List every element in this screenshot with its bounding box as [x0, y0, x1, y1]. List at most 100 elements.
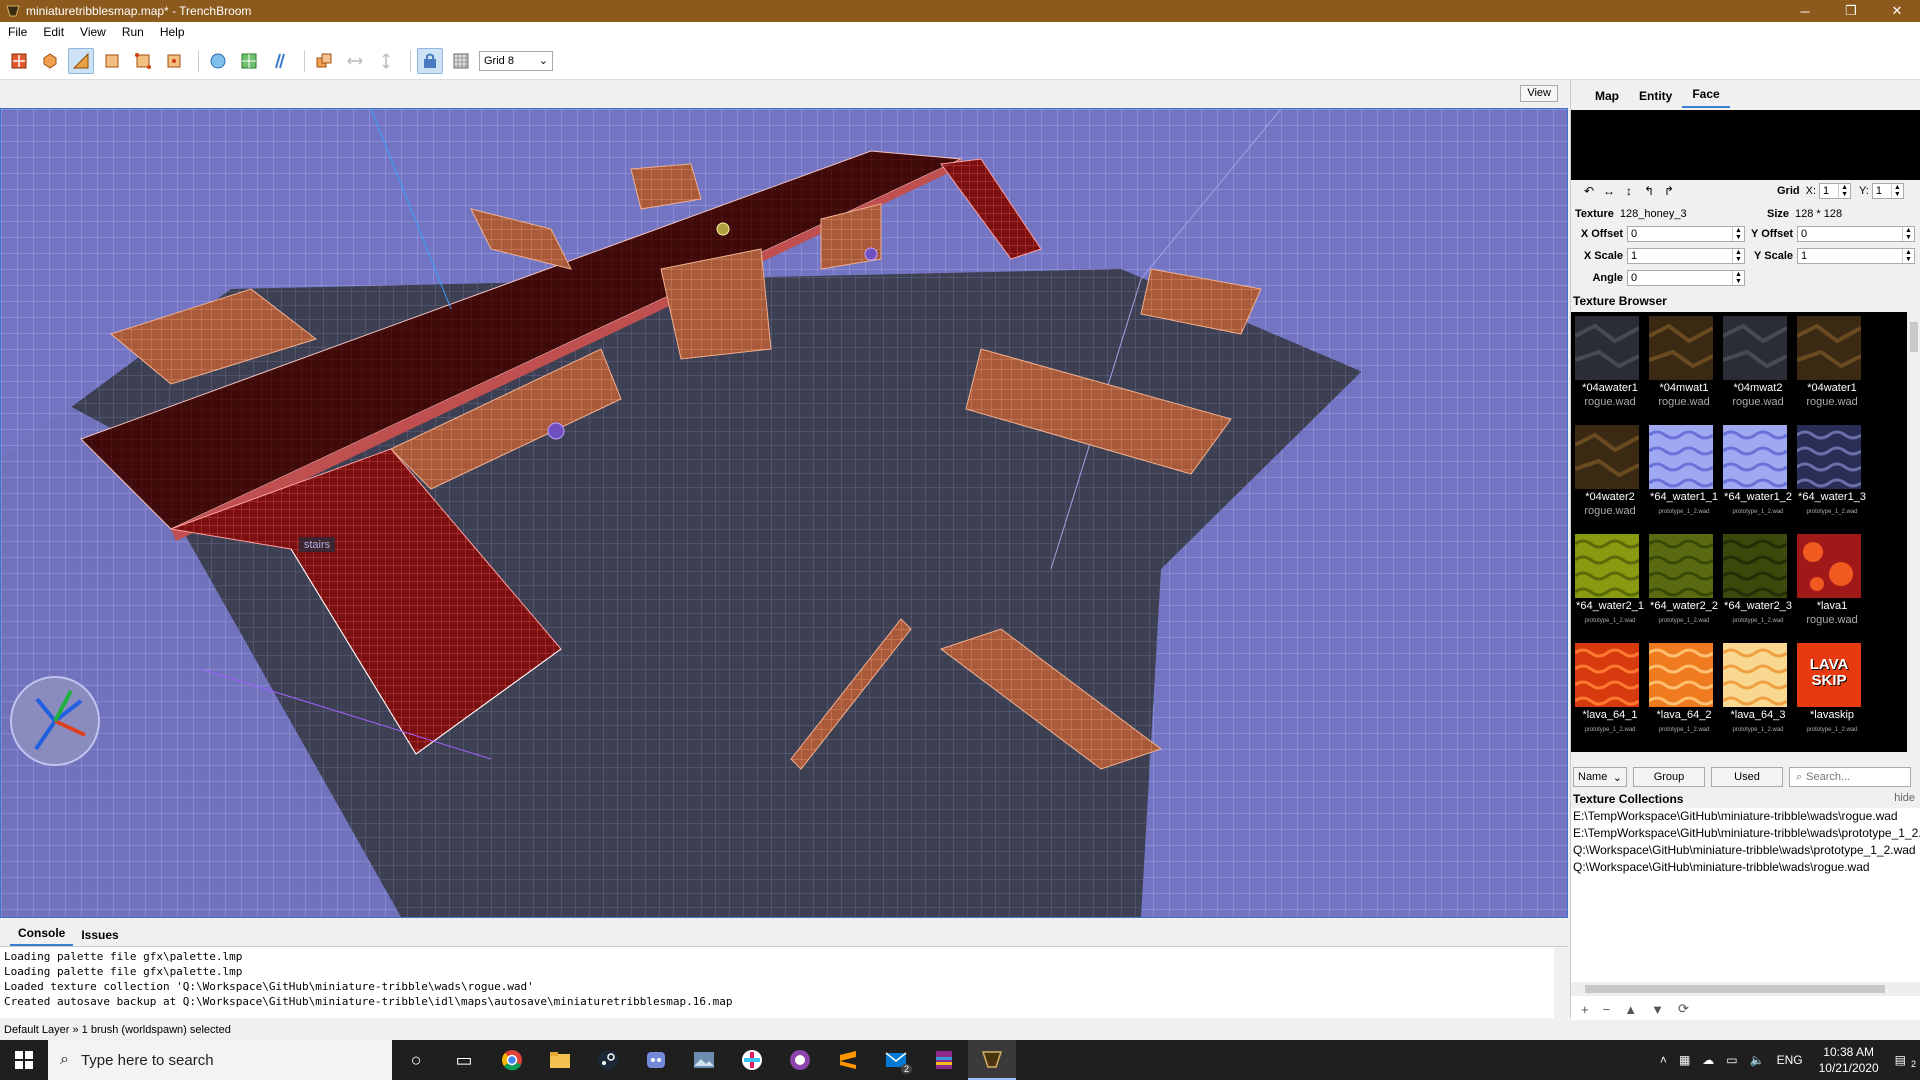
clip-tool-icon[interactable] [99, 48, 125, 74]
close-button[interactable]: ✕ [1874, 0, 1920, 22]
texture-thumbnail[interactable] [1722, 425, 1788, 489]
add-collection-button[interactable]: + [1581, 1002, 1589, 1017]
photos-icon[interactable] [680, 1040, 728, 1080]
tab-entity[interactable]: Entity [1629, 89, 1682, 108]
volume-icon[interactable]: 🔈 [1744, 1053, 1771, 1067]
brush-tool-icon[interactable] [68, 47, 94, 74]
texture-thumbnail[interactable] [1722, 316, 1788, 380]
tab-console[interactable]: Console [10, 926, 74, 946]
spinner-arrows-icon[interactable]: ▲ ▼ [1902, 249, 1914, 263]
spinner-arrows-icon[interactable]: ▲ ▼ [1890, 184, 1903, 198]
scroll-thumb[interactable] [1910, 322, 1918, 352]
slack-icon[interactable] [728, 1040, 776, 1080]
texture-thumbnail[interactable] [1796, 316, 1862, 380]
group-button[interactable]: Group [1633, 767, 1705, 787]
texture-item[interactable]: *64_water1_3 prototype_1_2.wad [1795, 421, 1869, 529]
rotate-cw-icon[interactable]: ↱ [1659, 184, 1679, 198]
move-tool-icon[interactable] [6, 48, 32, 74]
texture-thumbnail[interactable]: LAVA SKIP [1797, 643, 1861, 707]
y-offset-field[interactable]: 0 ▲ ▼ [1797, 226, 1915, 242]
texture-item[interactable]: *lava_64_2 prototype_1_2.wad [1647, 639, 1721, 747]
texture-thumbnail[interactable] [1648, 316, 1714, 380]
spinner-arrows-icon[interactable]: ▲ ▼ [1732, 271, 1744, 285]
console-scrollbar[interactable] [1554, 947, 1568, 1019]
used-button[interactable]: Used [1711, 767, 1783, 787]
texture-thumbnail[interactable] [1796, 425, 1862, 489]
view-button[interactable]: View [1520, 85, 1558, 102]
wall-block[interactable] [660, 248, 772, 360]
onedrive-icon[interactable]: ☁ [1696, 1053, 1720, 1067]
uv-lock-icon[interactable] [448, 48, 474, 74]
texture-item[interactable]: *64_water2_2 prototype_1_2.wad [1647, 530, 1721, 638]
tab-face[interactable]: Face [1682, 87, 1730, 108]
texture-item[interactable]: LAVA SKIP *lavaskip prototype_1_2.wad [1795, 639, 1869, 747]
sort-select[interactable]: Name ⌄ [1573, 767, 1627, 787]
texture-item[interactable]: *04water1 rogue.wad [1795, 312, 1869, 420]
texture-search-input[interactable]: ⌕ Search... [1789, 767, 1911, 787]
texture-item[interactable]: *04awater1 rogue.wad [1573, 312, 1647, 420]
discord-icon[interactable] [632, 1040, 680, 1080]
x-scale-field[interactable]: 1 ▲ ▼ [1627, 248, 1745, 264]
tab-map[interactable]: Map [1585, 89, 1629, 108]
grid-x-spinner[interactable]: 1 ▲ ▼ [1819, 183, 1852, 199]
entity-marker[interactable] [547, 422, 565, 440]
remove-collection-button[interactable]: − [1603, 1002, 1611, 1017]
display-icon[interactable]: ▭ [1720, 1053, 1743, 1067]
reset-texture-icon[interactable]: ↶ [1579, 184, 1599, 198]
collection-item[interactable]: E:\TempWorkspace\GitHub\miniature-tribbl… [1571, 808, 1920, 825]
x-offset-field[interactable]: 0 ▲ ▼ [1627, 226, 1745, 242]
flip-vertical-icon[interactable] [373, 48, 399, 74]
notification-icon[interactable]: ▤ 2 [1889, 1053, 1920, 1069]
texture-thumbnail[interactable] [1722, 643, 1788, 707]
texture-thumbnail[interactable] [1648, 425, 1714, 489]
sublime-icon[interactable] [824, 1040, 872, 1080]
collections-hscrollbar[interactable] [1571, 982, 1920, 996]
grid-size-select[interactable]: Grid 8 ⌄ [479, 50, 553, 71]
texture-item[interactable]: *04water2 rogue.wad [1573, 421, 1647, 529]
texture-thumbnail[interactable] [1574, 425, 1640, 489]
entity-marker[interactable] [716, 222, 730, 236]
3d-viewport[interactable]: stairs [0, 108, 1568, 918]
spinner-arrows-icon[interactable]: ▲ ▼ [1732, 249, 1744, 263]
menu-run[interactable]: Run [114, 25, 152, 39]
flip-h-texture-icon[interactable]: ↔ [1599, 184, 1619, 198]
texture-thumbnail[interactable] [1574, 534, 1640, 598]
tab-issues[interactable]: Issues [73, 928, 126, 946]
mail-icon[interactable]: 2 [872, 1040, 920, 1080]
uv-tool-icon[interactable] [236, 48, 262, 74]
texture-thumbnail[interactable] [1722, 534, 1788, 598]
clock[interactable]: 10:38 AM 10/21/2020 [1809, 1044, 1889, 1076]
viewport-scene[interactable]: stairs [1, 109, 1567, 917]
texture-item[interactable]: *64_water2_1 prototype_1_2.wad [1573, 530, 1647, 638]
texture-scrollbar[interactable] [1907, 312, 1920, 752]
chevron-up-icon[interactable]: ˄ [1654, 1053, 1673, 1067]
texture-item[interactable]: *lava1 rogue.wad [1795, 530, 1869, 638]
move-up-button[interactable]: ▲ [1624, 1002, 1637, 1017]
collection-item[interactable]: Q:\Workspace\GitHub\miniature-tribble\wa… [1571, 859, 1920, 876]
grid-y-spinner[interactable]: 1 ▲ ▼ [1871, 183, 1904, 199]
network-icon[interactable]: ▦ [1673, 1053, 1696, 1067]
language-indicator[interactable]: ENG [1771, 1053, 1809, 1067]
collection-item[interactable]: Q:\Workspace\GitHub\miniature-tribble\wa… [1571, 842, 1920, 859]
spinner-arrows-icon[interactable]: ▲ ▼ [1732, 227, 1744, 241]
flip-v-texture-icon[interactable]: ↕ [1619, 184, 1639, 198]
rotate-ccw-icon[interactable]: ↰ [1639, 184, 1659, 198]
obs-icon[interactable] [776, 1040, 824, 1080]
texture-item[interactable]: *04mwat1 rogue.wad [1647, 312, 1721, 420]
edge-tool-icon[interactable] [161, 48, 187, 74]
texture-item[interactable]: *lava_64_3 prototype_1_2.wad [1721, 639, 1795, 747]
texture-item[interactable]: *64_water1_2 prototype_1_2.wad [1721, 421, 1795, 529]
texture-item[interactable]: *04mwat2 rogue.wad [1721, 312, 1795, 420]
flip-horizontal-icon[interactable] [342, 48, 368, 74]
texture-item[interactable]: *64_water1_1 prototype_1_2.wad [1647, 421, 1721, 529]
texture-item[interactable]: *64_water2_3 prototype_1_2.wad [1721, 530, 1795, 638]
file-explorer-icon[interactable] [536, 1040, 584, 1080]
scroll-thumb[interactable] [1585, 985, 1885, 993]
collection-item[interactable]: E:\TempWorkspace\GitHub\miniature-tribbl… [1571, 825, 1920, 842]
angle-field[interactable]: 0 ▲ ▼ [1627, 270, 1745, 286]
vertex-tool-icon[interactable] [130, 48, 156, 74]
taskbar-search[interactable]: ⌕ Type here to search [48, 1040, 392, 1080]
console-output[interactable]: Loading palette file gfx\palette.lmp Loa… [0, 946, 1568, 1019]
cortana-icon[interactable]: ○ [392, 1040, 440, 1080]
windows-start-icon[interactable] [0, 1040, 48, 1080]
